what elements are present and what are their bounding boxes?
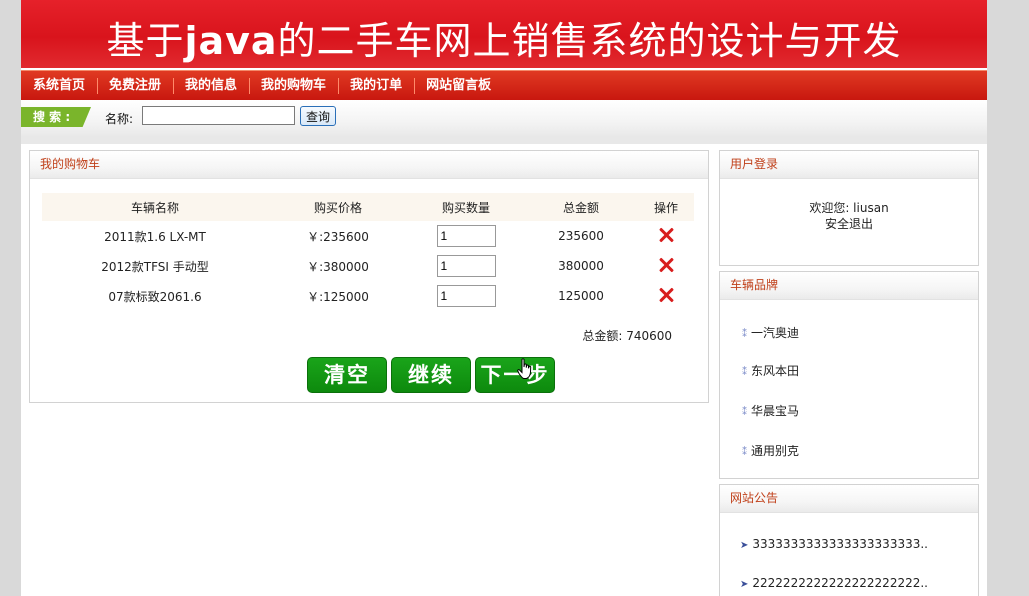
car-name: 2012款TFSI 手动型: [101, 259, 209, 274]
continue-shopping-button[interactable]: 继续: [391, 357, 471, 393]
title-suffix: 的二手车网上销售系统的设计与开发: [277, 19, 902, 63]
search-tag: 搜 索 :: [21, 107, 91, 127]
title-prefix: 基于: [106, 19, 185, 63]
login-panel: 用户登录 欢迎您: liusan 安全退出: [719, 150, 979, 266]
title-bold: java: [184, 19, 278, 63]
action-cell: [638, 251, 694, 281]
quantity-input[interactable]: [436, 225, 496, 247]
brand-item[interactable]: ⁑ 华晨宝马: [742, 402, 799, 419]
search-name-label: 名称:: [105, 112, 134, 126]
delete-icon[interactable]: [657, 286, 675, 304]
nav-register[interactable]: 免费注册: [97, 71, 173, 100]
col-qty: 购买数量: [408, 193, 524, 221]
brand-item[interactable]: ⁑ 通用别克: [742, 442, 799, 459]
car-price: ￥:235600: [307, 229, 369, 244]
col-car-name: 车辆名称: [42, 193, 268, 221]
nav-my-orders[interactable]: 我的订单: [338, 71, 414, 100]
notice-item[interactable]: ➤ 3333333333333333333333..: [740, 537, 928, 551]
table-row: 2011款1.6 LX-MT ￥:235600 235600: [42, 221, 694, 251]
page: 基于java的二手车网上销售系统的设计与开发 系统首页 免费注册 我的信息 我的…: [21, 0, 987, 596]
clear-cart-button[interactable]: 清空: [307, 357, 387, 393]
quantity-input[interactable]: [436, 255, 496, 277]
logout-link[interactable]: 安全退出: [720, 215, 978, 232]
divider: [21, 136, 987, 144]
qty-cell: [408, 251, 524, 281]
row-total: 235600: [558, 229, 604, 243]
bullet-icon: ⁑: [742, 329, 747, 340]
col-price: 购买价格: [268, 193, 408, 221]
notice-panel: 网站公告 ➤ 3333333333333333333333.. ➤ 22222222…: [719, 484, 979, 596]
brand-label: 华晨宝马: [751, 404, 800, 418]
table-row: 2012款TFSI 手动型 ￥:380000 380000: [42, 251, 694, 281]
nav-home[interactable]: 系统首页: [21, 71, 97, 100]
cart-table: 车辆名称 购买价格 购买数量 总金额 操作 2011款1.6 LX-MT ￥:2…: [42, 193, 694, 311]
table-row: 07款标致2061.6 ￥:125000 125000: [42, 281, 694, 311]
nav-message-board[interactable]: 网站留言板: [414, 71, 503, 100]
row-total: 380000: [558, 259, 604, 273]
nav-my-cart[interactable]: 我的购物车: [249, 71, 338, 100]
quantity-input[interactable]: [436, 285, 496, 307]
bullet-icon: ⁑: [742, 447, 747, 458]
notice-label: 3333333333333333333333..: [752, 537, 928, 551]
search-input[interactable]: [142, 106, 295, 125]
row-total: 125000: [558, 289, 604, 303]
brand-panel: 车辆品牌 ⁑ 一汽奥迪 ⁑ 东风本田 ⁑ 华晨宝马 ⁑ 通用别克: [719, 271, 979, 479]
brand-label: 一汽奥迪: [751, 326, 800, 340]
car-price: ￥:125000: [307, 289, 369, 304]
cart-total-value: 740600: [626, 329, 672, 343]
cart-panel-title: 我的购物车: [30, 151, 708, 179]
hand-cursor-icon: [517, 358, 532, 379]
notice-label: 2222222222222222222222..: [752, 576, 928, 590]
bullet-icon: ⁑: [742, 407, 747, 418]
cart-total-label: 总金额:: [582, 329, 623, 343]
login-panel-title: 用户登录: [720, 151, 978, 179]
search-button[interactable]: 查询: [300, 106, 337, 126]
bullet-icon: ⁑: [742, 367, 747, 378]
qty-cell: [408, 281, 524, 311]
arrow-icon: ➤: [740, 540, 749, 551]
delete-icon[interactable]: [657, 256, 675, 274]
search-bar: 搜 索 : 名称: 查询: [21, 100, 987, 136]
brand-panel-title: 车辆品牌: [720, 272, 978, 300]
next-step-button[interactable]: 下一步: [475, 357, 555, 393]
car-price: ￥:380000: [307, 259, 369, 274]
cart-panel: 我的购物车 车辆名称 购买价格 购买数量 总金额 操作 2011款1.6 LX-…: [29, 150, 709, 403]
welcome-text: 欢迎您: liusan: [809, 201, 889, 215]
action-cell: [638, 221, 694, 251]
qty-cell: [408, 221, 524, 251]
brand-item[interactable]: ⁑ 东风本田: [742, 362, 799, 379]
car-name: 2011款1.6 LX-MT: [104, 229, 206, 244]
car-name: 07款标致2061.6: [108, 289, 202, 304]
main-nav: 系统首页 免费注册 我的信息 我的购物车 我的订单 网站留言板: [21, 70, 987, 100]
col-action: 操作: [638, 193, 694, 221]
brand-item[interactable]: ⁑ 一汽奥迪: [742, 324, 799, 341]
site-banner: 基于java的二手车网上销售系统的设计与开发: [21, 0, 987, 68]
site-title: 基于java的二手车网上销售系统的设计与开发: [21, 10, 987, 65]
col-total: 总金额: [524, 193, 638, 221]
cart-total: 总金额: 740600: [582, 327, 672, 344]
action-cell: [638, 281, 694, 311]
cart-table-header: 车辆名称 购买价格 购买数量 总金额 操作: [42, 193, 694, 221]
notice-panel-title: 网站公告: [720, 485, 978, 513]
arrow-icon: ➤: [740, 579, 749, 590]
notice-item[interactable]: ➤ 2222222222222222222222..: [740, 576, 928, 590]
brand-label: 通用别克: [751, 444, 800, 458]
nav-my-info[interactable]: 我的信息: [173, 71, 249, 100]
brand-label: 东风本田: [751, 364, 800, 378]
delete-icon[interactable]: [657, 226, 675, 244]
